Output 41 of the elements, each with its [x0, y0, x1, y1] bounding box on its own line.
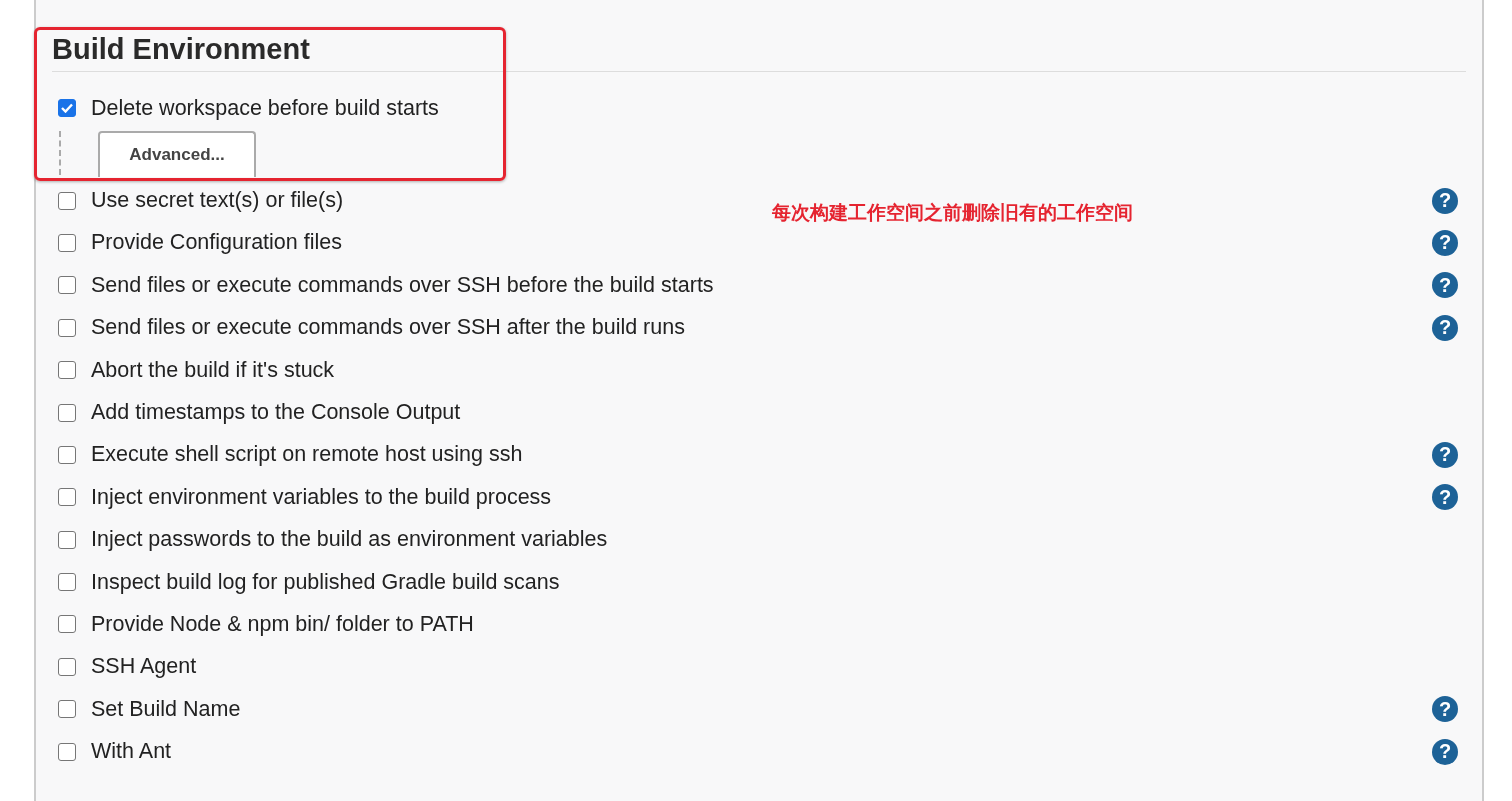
checkbox[interactable]	[58, 361, 76, 380]
checkbox[interactable]	[58, 318, 76, 337]
checkbox[interactable]	[58, 742, 76, 761]
checkbox[interactable]	[58, 530, 76, 549]
option-label: Execute shell script on remote host using ssh	[91, 442, 523, 468]
help-icon[interactable]: ?	[1432, 738, 1458, 765]
help-icon[interactable]: ?	[1432, 187, 1458, 214]
advanced-button[interactable]: Advanced...	[98, 131, 256, 178]
checkbox[interactable]	[58, 700, 76, 719]
checkbox[interactable]	[58, 233, 76, 252]
option-label: Send files or execute commands over SSH before the build starts	[91, 272, 714, 298]
checkbox[interactable]	[58, 99, 76, 118]
option-label: Use secret text(s) or file(s)	[91, 188, 344, 214]
option-label: Add timestamps to the Console Output	[91, 400, 461, 426]
help-icon[interactable]: ?	[1432, 314, 1458, 341]
checkbox[interactable]	[58, 403, 76, 422]
checkbox[interactable]	[58, 657, 76, 676]
option-label: Send files or execute commands over SSH after the build runs	[91, 315, 685, 341]
help-icon[interactable]: ?	[1432, 696, 1458, 723]
section-title: Build Environment	[51, 32, 311, 66]
checkbox[interactable]	[58, 191, 76, 210]
option-label: Provide Configuration files	[91, 230, 342, 256]
option-label: SSH Agent	[91, 654, 197, 680]
help-icon[interactable]: ?	[1432, 272, 1458, 299]
option-label: Set Build Name	[91, 696, 241, 722]
checkbox[interactable]	[58, 573, 76, 592]
checkbox[interactable]	[58, 445, 76, 464]
option-label: Provide Node & npm bin/ folder to PATH	[91, 612, 474, 637]
checkbox[interactable]	[58, 615, 76, 634]
option-label: Abort the build if it's stuck	[91, 357, 335, 383]
checkbox[interactable]	[58, 488, 76, 507]
option-label: Inspect build log for published Gradle build scans	[91, 569, 560, 595]
option-label: Inject passwords to the build as environment variables	[91, 527, 608, 553]
help-icon[interactable]: ?	[1432, 441, 1458, 468]
help-icon[interactable]: ?	[1432, 229, 1458, 256]
help-icon[interactable]: ?	[1432, 484, 1458, 511]
checkbox[interactable]	[58, 276, 76, 295]
option-label: Inject environment variables to the build process	[91, 484, 552, 510]
option-label: With Ant	[91, 739, 172, 765]
annotation-note: 每次构建工作空间之前删除旧有的工作空间	[772, 201, 1133, 225]
option-label: Delete workspace before build starts	[91, 95, 439, 121]
